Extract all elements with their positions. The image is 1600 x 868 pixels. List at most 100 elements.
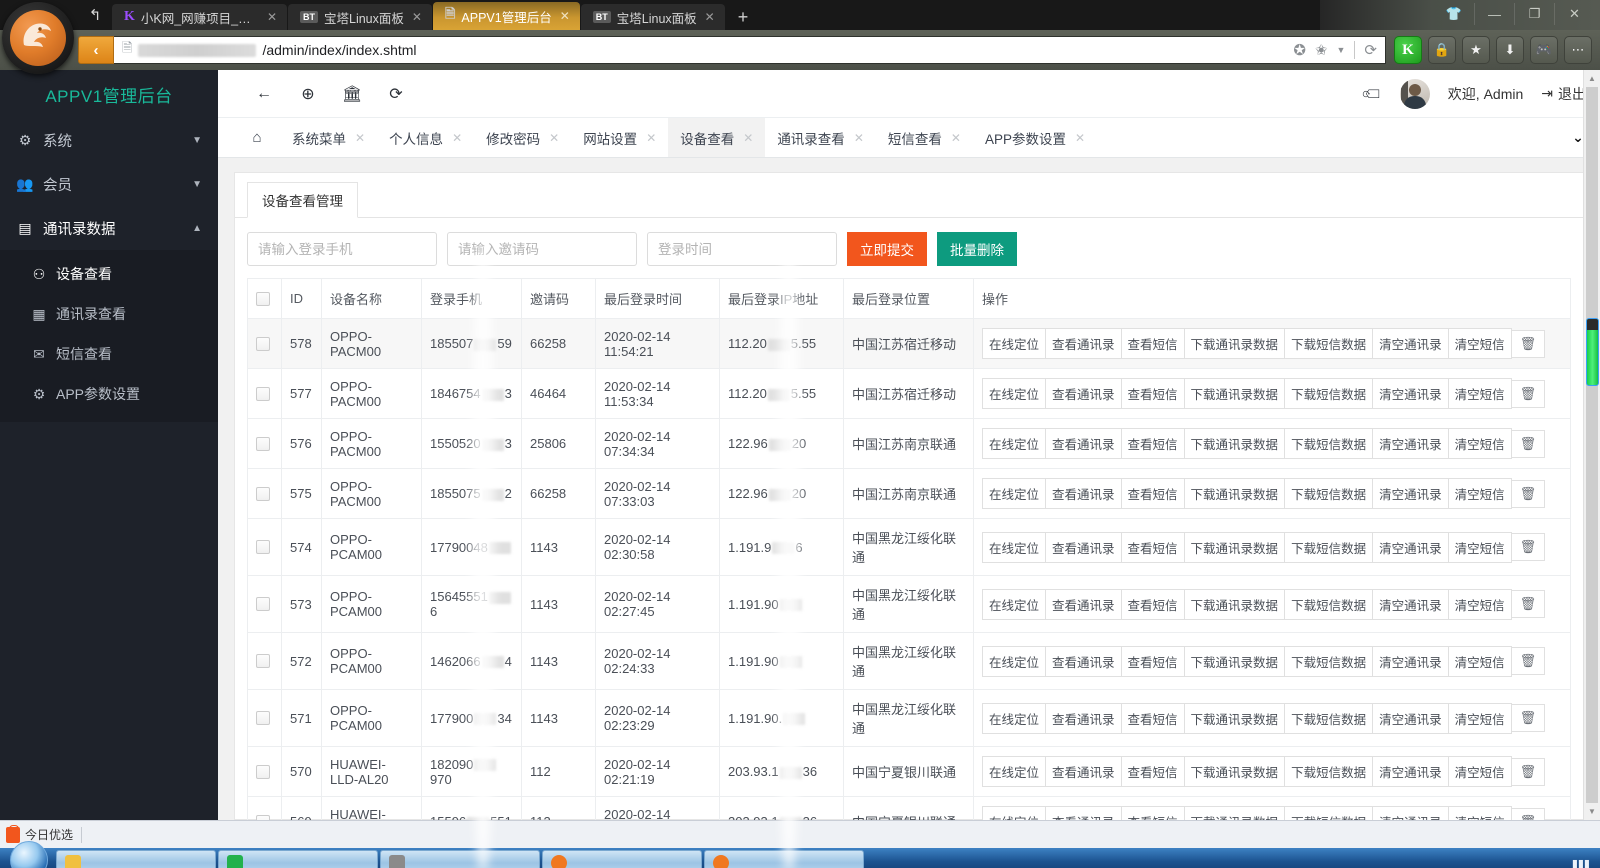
action-button-5[interactable]: 清空通讯录 [1372, 378, 1449, 409]
action-button-6[interactable]: 清空短信 [1448, 589, 1512, 620]
lock-icon[interactable]: 🔒 [1428, 36, 1456, 64]
trash-icon[interactable]: 🗑 [1511, 533, 1546, 561]
action-button-3[interactable]: 下载通讯录数据 [1184, 428, 1286, 459]
scroll-down-button[interactable]: ▼ [1584, 803, 1600, 820]
trash-icon[interactable]: 🗑 [1511, 380, 1546, 408]
action-button-4[interactable]: 下载短信数据 [1284, 478, 1373, 509]
close-icon[interactable]: ✕ [549, 131, 559, 145]
action-button-4[interactable]: 下载短信数据 [1284, 428, 1373, 459]
action-button-2[interactable]: 查看短信 [1121, 703, 1185, 734]
trash-icon[interactable]: 🗑 [1511, 590, 1546, 618]
action-button-4[interactable]: 下载短信数据 [1284, 703, 1373, 734]
select-all-checkbox[interactable] [256, 292, 270, 306]
close-icon[interactable]: ✕ [951, 131, 961, 145]
home-icon[interactable]: ⌂ [234, 118, 280, 157]
action-button-6[interactable]: 清空短信 [1448, 756, 1512, 787]
close-icon[interactable]: ✕ [1075, 131, 1085, 145]
action-button-0[interactable]: 在线定位 [982, 428, 1046, 459]
more-icon[interactable]: ⋯ [1564, 36, 1592, 64]
tab-personal-info[interactable]: 个人信息 ✕ [377, 118, 474, 157]
trash-icon[interactable]: 🗑 [1511, 704, 1546, 732]
row-checkbox[interactable] [256, 815, 270, 821]
action-button-3[interactable]: 下载通讯录数据 [1184, 646, 1286, 677]
browser-tab-0[interactable]: K 小K网_网赚项目_爱Q... ✕ [112, 4, 287, 30]
trash-icon[interactable]: 🗑 [1511, 330, 1546, 358]
reload-icon[interactable]: ⟳ [1364, 41, 1377, 59]
action-button-6[interactable]: 清空短信 [1448, 328, 1512, 359]
avatar[interactable] [1400, 79, 1430, 109]
action-button-5[interactable]: 清空通讯录 [1372, 428, 1449, 459]
action-button-3[interactable]: 下载通讯录数据 [1184, 532, 1286, 563]
address-bar[interactable]: 🗎 /admin/index/index.shtml ✪ ✬ ▼ ⟳ [114, 36, 1386, 64]
action-button-3[interactable]: 下载通讯录数据 [1184, 703, 1286, 734]
action-button-6[interactable]: 清空短信 [1448, 428, 1512, 459]
action-button-6[interactable]: 清空短信 [1448, 646, 1512, 677]
tab-close-icon[interactable]: ✕ [410, 10, 424, 24]
action-button-6[interactable]: 清空短信 [1448, 478, 1512, 509]
action-button-5[interactable]: 清空通讯录 [1372, 328, 1449, 359]
table-row[interactable]: 574OPPO-PCAM001779004811432020-02-1402:3… [248, 519, 1571, 576]
action-button-2[interactable]: 查看短信 [1121, 806, 1185, 820]
action-button-0[interactable]: 在线定位 [982, 378, 1046, 409]
taskbar-window-1[interactable] [218, 850, 378, 868]
action-button-0[interactable]: 在线定位 [982, 703, 1046, 734]
compass-icon[interactable]: ✪ [1293, 41, 1306, 59]
table-row[interactable]: 577OPPO-PACM0018467543464642020-02-1411:… [248, 369, 1571, 419]
taskbar-window-4[interactable] [704, 850, 864, 868]
action-button-4[interactable]: 下载短信数据 [1284, 378, 1373, 409]
new-tab-button[interactable]: + [726, 7, 761, 30]
action-button-5[interactable]: 清空通讯录 [1372, 756, 1449, 787]
action-button-0[interactable]: 在线定位 [982, 328, 1046, 359]
action-button-2[interactable]: 查看短信 [1121, 756, 1185, 787]
taskbar-window-3[interactable] [542, 850, 702, 868]
maximize-button[interactable]: ❐ [1514, 3, 1554, 25]
action-button-2[interactable]: 查看短信 [1121, 589, 1185, 620]
row-checkbox[interactable] [256, 487, 270, 501]
action-button-3[interactable]: 下载通讯录数据 [1184, 589, 1286, 620]
search-login-time-input[interactable] [647, 232, 837, 266]
close-icon[interactable]: ✕ [452, 131, 462, 145]
tab-app-settings[interactable]: APP参数设置 ✕ [973, 118, 1097, 157]
tab-change-password[interactable]: 修改密码 ✕ [474, 118, 571, 157]
scrollbar-track[interactable] [1586, 87, 1598, 803]
action-button-2[interactable]: 查看短信 [1121, 532, 1185, 563]
row-checkbox[interactable] [256, 654, 270, 668]
action-button-1[interactable]: 查看通讯录 [1045, 756, 1122, 787]
sidebar-item-device-view[interactable]: ⚇ 设备查看 [0, 254, 218, 294]
back-arrow-icon[interactable]: ← [254, 85, 274, 103]
trash-icon[interactable]: 🗑 [1511, 758, 1546, 786]
submit-button[interactable]: 立即提交 [847, 232, 927, 266]
batch-delete-button[interactable]: 批量删除 [937, 232, 1017, 266]
action-button-1[interactable]: 查看通讯录 [1045, 428, 1122, 459]
start-button[interactable] [2, 848, 56, 868]
tag-icon[interactable]: 🏷 [1359, 80, 1385, 106]
logout-button[interactable]: ⇥ 退出 [1541, 84, 1586, 104]
tab-close-icon[interactable]: ✕ [558, 9, 572, 23]
status-item-today-deals[interactable]: 今日优选 [6, 826, 73, 843]
minimize-button[interactable]: — [1474, 3, 1514, 25]
table-row[interactable]: 575OPPO-PACM0018550752662582020-02-1407:… [248, 469, 1571, 519]
action-button-6[interactable]: 清空短信 [1448, 532, 1512, 563]
tab-close-icon[interactable]: ✕ [265, 10, 279, 24]
action-button-4[interactable]: 下载短信数据 [1284, 806, 1373, 820]
action-button-0[interactable]: 在线定位 [982, 756, 1046, 787]
action-button-2[interactable]: 查看短信 [1121, 378, 1185, 409]
refresh-icon[interactable]: ⟳ [386, 84, 406, 104]
tab-contacts-view[interactable]: 通讯录查看 ✕ [765, 118, 876, 157]
table-row[interactable]: 573OPPO-PCAM0015645551611432020-02-1402:… [248, 576, 1571, 633]
table-row[interactable]: 572OPPO-PCAM001462066411432020-02-1402:2… [248, 633, 1571, 690]
action-button-5[interactable]: 清空通讯录 [1372, 646, 1449, 677]
sidebar-item-contacts-data[interactable]: ▤ 通讯录数据 ▲ [0, 206, 218, 250]
action-button-5[interactable]: 清空通讯录 [1372, 703, 1449, 734]
action-button-3[interactable]: 下载通讯录数据 [1184, 328, 1286, 359]
row-checkbox[interactable] [256, 387, 270, 401]
row-checkbox[interactable] [256, 337, 270, 351]
chevron-down-icon[interactable]: ▼ [1337, 45, 1346, 55]
action-button-1[interactable]: 查看通讯录 [1045, 532, 1122, 563]
vertical-scrollbar[interactable]: ▲ ▼ [1583, 70, 1600, 820]
action-button-4[interactable]: 下载短信数据 [1284, 756, 1373, 787]
action-button-1[interactable]: 查看通讯录 [1045, 378, 1122, 409]
action-button-4[interactable]: 下载短信数据 [1284, 646, 1373, 677]
sidebar-item-contacts-view[interactable]: ▦ 通讯录查看 [0, 294, 218, 334]
close-icon[interactable]: ✕ [743, 131, 753, 145]
